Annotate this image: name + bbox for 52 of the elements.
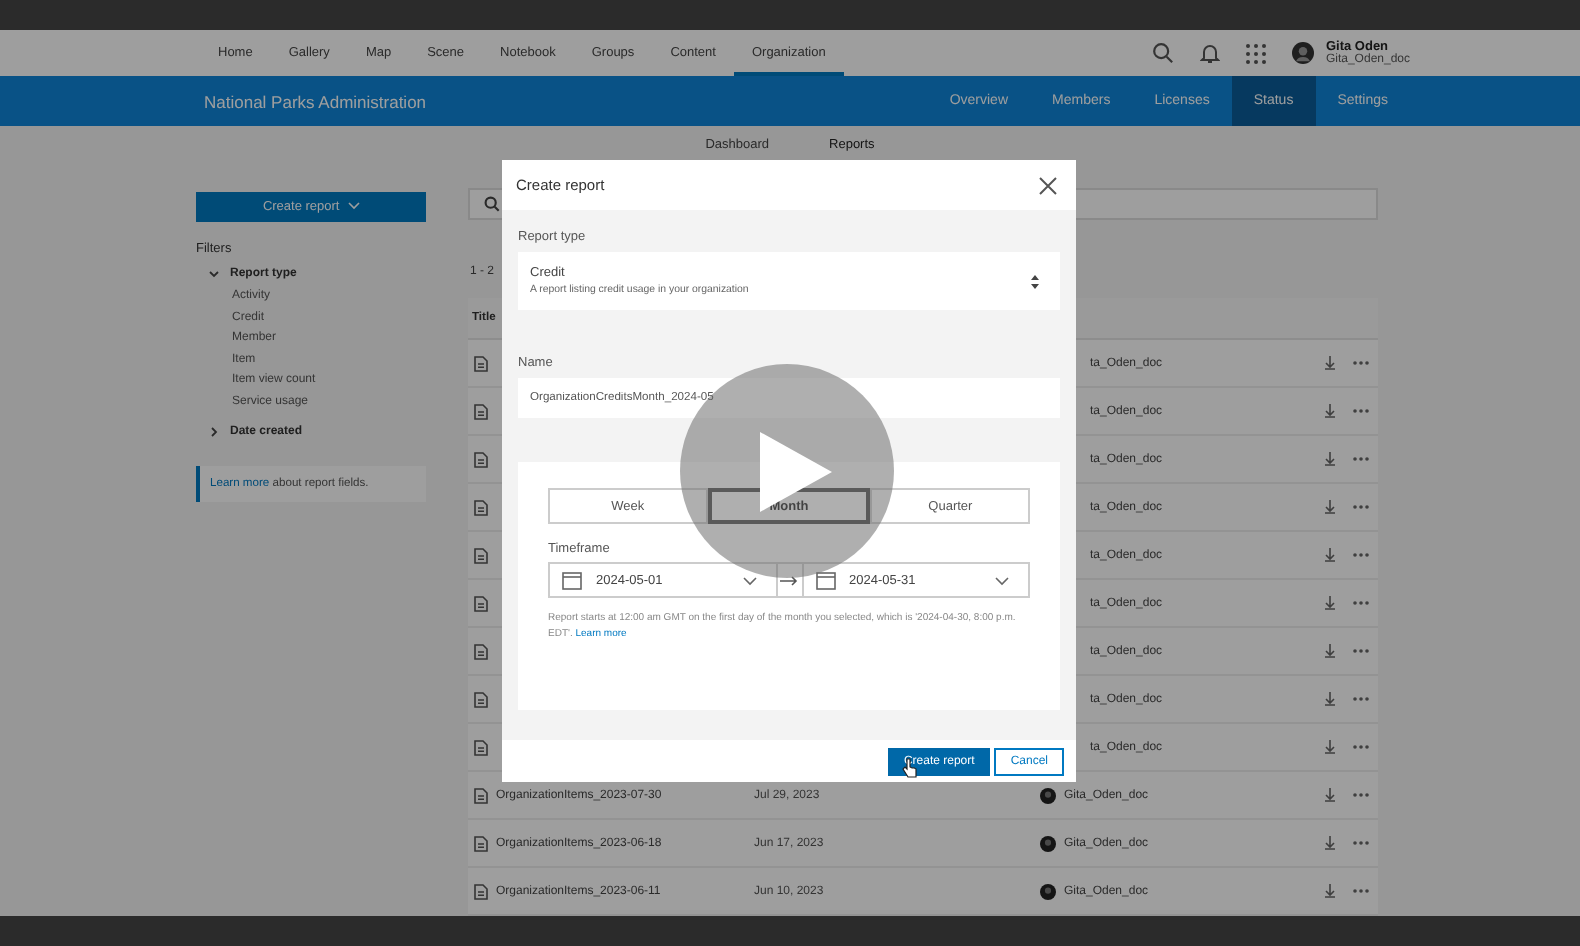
chevron-down-icon [994,575,1010,585]
calendar-icon [562,571,582,589]
download-icon[interactable] [1324,548,1336,562]
download-icon[interactable] [1324,404,1336,418]
download-icon[interactable] [1324,356,1336,370]
more-icon[interactable] [1352,840,1370,846]
download-icon[interactable] [1324,692,1336,706]
arrow-right-icon [780,575,798,585]
up-down-icon [1030,273,1040,289]
chevron-icon[interactable] [208,426,220,438]
search-icon[interactable] [1151,42,1174,64]
more-icon[interactable] [1352,504,1370,510]
download-icon[interactable] [1324,836,1336,850]
document-icon [474,499,488,515]
more-icon[interactable] [1352,696,1370,702]
download-icon[interactable] [1324,596,1336,610]
download-icon[interactable] [1324,884,1336,898]
avatar-icon[interactable] [1291,42,1314,64]
download-icon[interactable] [1324,740,1336,754]
download-icon[interactable] [1324,788,1336,802]
download-icon[interactable] [1324,500,1336,514]
search-icon [484,196,500,212]
more-icon[interactable] [1352,360,1370,366]
more-icon[interactable] [1352,552,1370,558]
document-icon [474,883,488,899]
document-icon [474,451,488,467]
more-icon[interactable] [1352,648,1370,654]
download-icon[interactable] [1324,644,1336,658]
more-icon[interactable] [1352,744,1370,750]
organization-name: National Parks Administration [204,91,429,111]
chevron-down-icon [347,202,360,211]
document-icon [474,835,488,851]
document-icon [474,643,488,659]
document-icon [474,691,488,707]
download-icon[interactable] [1324,452,1336,466]
more-icon[interactable] [1352,408,1370,414]
apps-grid-icon[interactable] [1245,43,1266,63]
document-icon [474,403,488,419]
document-icon [474,595,488,611]
document-icon [474,787,488,803]
document-icon [474,547,488,563]
bell-icon[interactable] [1199,42,1220,64]
document-icon [474,355,488,371]
close-icon[interactable] [1038,175,1058,195]
more-icon[interactable] [1352,600,1370,606]
more-icon[interactable] [1352,888,1370,894]
more-icon[interactable] [1352,792,1370,798]
calendar-icon [815,571,835,589]
document-icon [474,739,488,755]
more-icon[interactable] [1352,456,1370,462]
chevron-down-icon [741,575,757,585]
chevron-icon[interactable] [208,268,220,280]
